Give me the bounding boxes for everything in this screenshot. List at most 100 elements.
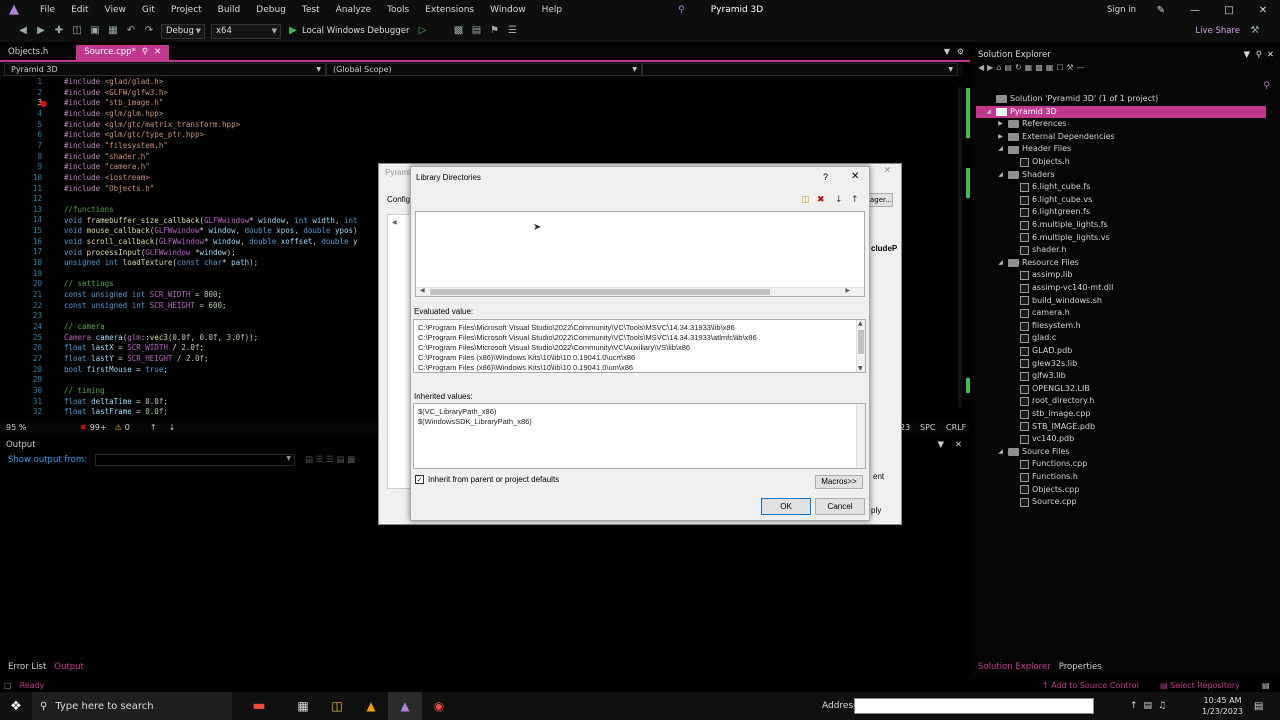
comment-icon[interactable]: ☰ — [505, 24, 519, 38]
tree-node[interactable]: ◢ Shaders — [996, 169, 1055, 182]
project-dropdown[interactable]: Pyramid 3D ▼ — [4, 63, 326, 76]
error-icon[interactable]: ✖ — [80, 423, 87, 432]
expand-chevron-icon[interactable]: ◢ — [984, 106, 993, 119]
tree-node[interactable]: assimp.lib — [1008, 269, 1072, 282]
tree-node[interactable]: STB_IMAGE.pdb — [1008, 421, 1095, 434]
toolbar-misc-icon[interactable]: ▩ — [451, 24, 465, 38]
menu-help[interactable]: Help — [534, 5, 571, 15]
ok-button[interactable]: OK — [761, 498, 811, 515]
inherited-values-box[interactable]: $(VC_LibraryPath_x86) $(WindowsSDK_Libra… — [413, 403, 866, 469]
tab-settings-icon[interactable]: ⚙ — [957, 47, 964, 56]
tab-source-cpp[interactable]: Source.cpp* ⚲ ✕ — [76, 45, 170, 60]
tree-node[interactable]: GLAD.pdb — [1008, 345, 1072, 358]
chrome-icon[interactable]: ◉ — [422, 699, 456, 713]
action-center-icon[interactable]: ▤ — [1254, 701, 1263, 712]
task-view-icon[interactable]: ▦ — [286, 699, 320, 713]
minimize-icon[interactable]: — — [1178, 5, 1212, 16]
bookmark-icon[interactable]: ⚑ — [487, 24, 501, 38]
taskbar-search-box[interactable]: ⚲ Type here to search — [32, 692, 232, 720]
start-debugger-button[interactable]: Local Windows Debugger — [302, 26, 409, 36]
error-count[interactable]: 99+ — [90, 423, 107, 432]
save-all-icon[interactable]: ▦ — [106, 24, 120, 38]
menu-tools[interactable]: Tools — [379, 5, 417, 15]
expand-chevron-icon[interactable]: ◢ — [996, 143, 1005, 156]
account-icon[interactable]: ✎ — [1144, 5, 1178, 16]
taskbar-clock[interactable]: 10:45 AM 1/23/2023 — [1202, 695, 1243, 717]
tree-node[interactable]: glfw3.lib — [1008, 370, 1066, 383]
dialog-close-icon[interactable]: ✕ — [851, 171, 859, 182]
output-close-icon[interactable]: ✕ — [955, 440, 962, 450]
nav-down-icon[interactable]: ↓ — [169, 423, 176, 432]
evaluated-scrollbar[interactable]: ▲ ▼ — [856, 320, 865, 372]
tree-node[interactable]: ▶ External Dependencies — [996, 131, 1115, 144]
address-input[interactable] — [854, 698, 1094, 714]
menu-analyze[interactable]: Analyze — [328, 5, 379, 15]
tree-node[interactable]: filesystem.h — [1008, 320, 1081, 333]
visual-studio-taskbar-icon[interactable]: ▲ — [388, 692, 422, 720]
tree-node[interactable]: glew32s.lib — [1008, 358, 1077, 371]
menu-git[interactable]: Git — [134, 5, 163, 15]
output-source-dropdown[interactable]: ▼ — [95, 454, 296, 466]
move-up-icon[interactable]: ↑ — [851, 195, 859, 205]
close-tab-icon[interactable]: ✕ — [154, 45, 161, 60]
inherit-checkbox-row[interactable]: ✓ Inherit from parent or project default… — [415, 475, 559, 484]
se-pin-icon[interactable]: ⚲ — [1256, 50, 1262, 60]
menu-extensions[interactable]: Extensions — [417, 5, 482, 15]
undo-icon[interactable]: ↶ — [124, 24, 138, 38]
new-item-icon[interactable]: ✚ — [52, 24, 66, 38]
platform-dropdown[interactable]: x64 ▼ — [211, 23, 281, 39]
move-down-icon[interactable]: ↓ — [835, 195, 843, 205]
expand-chevron-icon[interactable]: ▶ — [996, 131, 1005, 144]
pin-icon[interactable]: ⚲ — [142, 45, 148, 60]
tree-node[interactable]: Functions.h — [1008, 471, 1078, 484]
tree-node[interactable]: ▶ References — [996, 118, 1066, 131]
live-share-button[interactable]: Live Share — [1195, 26, 1240, 36]
output-toolbar-icons[interactable]: ▤ ☰ ☰ ▤ ▩ — [305, 455, 355, 465]
nav-up-icon[interactable]: ↑ — [150, 423, 157, 432]
property-tree[interactable]: ◀ — [387, 214, 411, 489]
tree-node[interactable]: build_windows.sh — [1008, 295, 1102, 308]
windows-start-icon[interactable]: ❖ — [0, 699, 32, 714]
tree-node[interactable]: Functions.cpp — [1008, 458, 1087, 471]
inherited-scrollbar[interactable] — [856, 404, 865, 468]
tree-node[interactable]: 6.multiple_lights.vs — [1008, 232, 1110, 245]
new-line-icon[interactable]: ◫ — [801, 195, 810, 205]
tree-node[interactable]: shader.h — [1008, 244, 1066, 257]
member-dropdown[interactable]: ▼ — [642, 63, 958, 76]
toolbar-layout-icon[interactable]: ▤ — [469, 24, 483, 38]
start-without-debug-icon[interactable]: ▷ — [415, 24, 429, 38]
zoom-level[interactable]: 95 % — [6, 423, 66, 432]
expand-chevron-icon[interactable]: ▶ — [996, 118, 1005, 131]
tree-node[interactable]: glad.c — [1008, 332, 1056, 345]
expand-chevron-icon[interactable]: ◢ — [996, 446, 1005, 459]
tree-node[interactable]: 6.light_cube.fs — [1008, 181, 1090, 194]
forward-icon[interactable]: ▶ — [34, 24, 48, 38]
menu-file[interactable]: File — [32, 5, 63, 15]
tree-node[interactable]: stb_image.cpp — [1008, 408, 1090, 421]
tree-node[interactable]: Objects.cpp — [1008, 484, 1079, 497]
feedback-icon[interactable]: ⚒ — [1248, 24, 1262, 38]
configuration-dropdown[interactable]: Debug ▼ — [161, 23, 205, 39]
file-explorer-icon[interactable]: ◫ — [320, 699, 354, 713]
select-repository[interactable]: ▤ Select Repository — [1160, 681, 1240, 690]
tree-node[interactable]: ◢ Resource Files — [996, 257, 1079, 270]
cake-app-icon[interactable]: ▬ — [232, 698, 286, 714]
open-icon[interactable]: ◫ — [70, 24, 84, 38]
solution-explorer-toolbar[interactable]: ◀▶⌂▤↻▦▩▦☐⚒— — [972, 63, 1280, 77]
menu-debug[interactable]: Debug — [248, 5, 294, 15]
macros-button[interactable]: Macros>> — [815, 475, 863, 489]
tree-node[interactable]: 6.multiple_lights.fs — [1008, 219, 1108, 232]
output-menu-icon[interactable]: ▼ — [937, 440, 944, 450]
search-icon[interactable]: ⚲ — [670, 5, 693, 15]
menu-project[interactable]: Project — [163, 5, 210, 15]
tree-node[interactable]: Objects.h — [1008, 156, 1070, 169]
tab-overflow-icon[interactable]: ▼ — [944, 47, 950, 56]
tree-node[interactable]: vc140.pdb — [1008, 433, 1074, 446]
code-text[interactable]: #include <glad/glad.h> #include <GLFW/gl… — [64, 77, 358, 418]
tree-node[interactable]: root_directory.h — [1008, 395, 1094, 408]
tree-node[interactable]: OPENGL32.LIB — [1008, 383, 1090, 396]
warning-count[interactable]: 0 — [125, 423, 130, 432]
directories-edit-box[interactable]: ◀ ▶ — [415, 211, 865, 297]
tab-objects-h[interactable]: Objects.h — [0, 45, 56, 60]
tree-node[interactable]: ◢ Source Files — [996, 446, 1070, 459]
